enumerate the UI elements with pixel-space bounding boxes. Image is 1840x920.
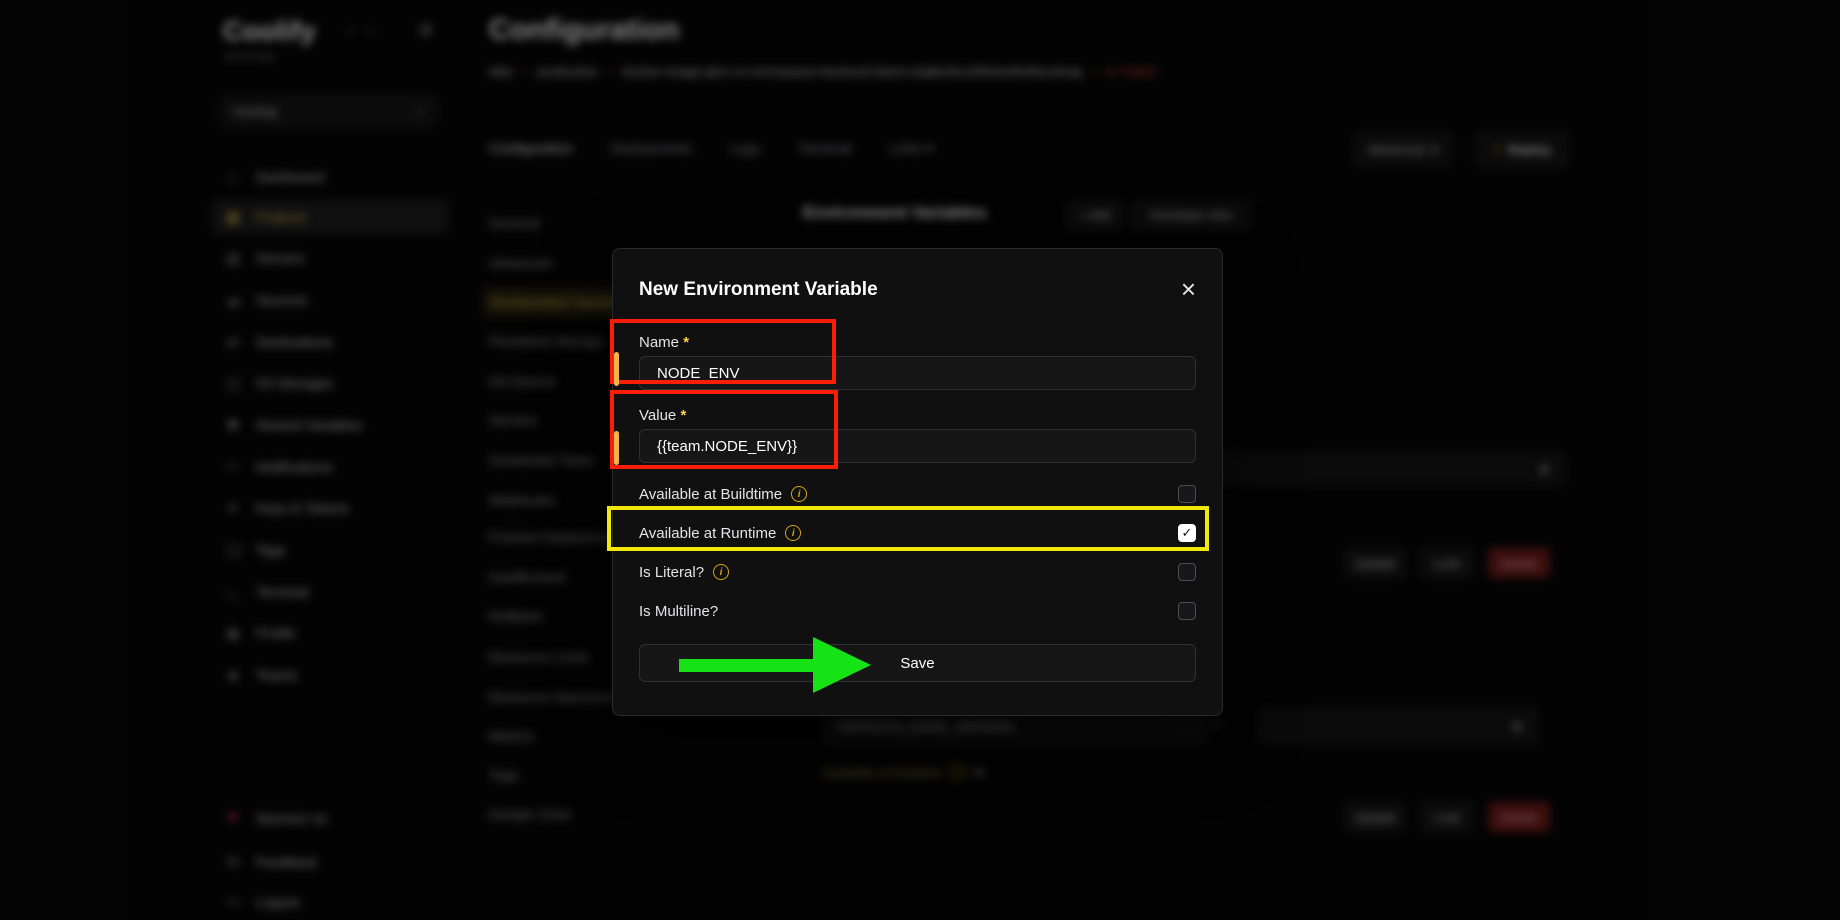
- required-asterisk: *: [683, 334, 689, 351]
- multiline-toggle-row: Is Multiline?: [639, 601, 1196, 621]
- buildtime-label: Available at Buildtime: [639, 486, 782, 503]
- runtime-checkbox[interactable]: ✓: [1178, 524, 1196, 542]
- close-icon[interactable]: ×: [1181, 279, 1196, 299]
- app-window: Coolify v4.0.0-beta ‹ › ⚙ Hosting + ⌂ Da…: [0, 0, 1840, 920]
- info-icon[interactable]: i: [791, 486, 807, 502]
- buildtime-checkbox[interactable]: [1178, 485, 1196, 503]
- literal-checkbox[interactable]: [1178, 563, 1196, 581]
- value-field-label: Value *: [639, 407, 1196, 424]
- new-env-variable-modal: New Environment Variable × Name * Value …: [612, 248, 1223, 716]
- modal-title: New Environment Variable: [639, 279, 878, 301]
- required-indicator-bar: [614, 352, 619, 386]
- info-icon[interactable]: i: [713, 564, 729, 580]
- info-icon[interactable]: i: [785, 525, 801, 541]
- literal-toggle-row: Is Literal? i: [639, 562, 1196, 582]
- name-field-label: Name *: [639, 334, 1196, 351]
- save-button[interactable]: Save: [639, 644, 1196, 682]
- runtime-toggle-row: Available at Runtime i ✓: [639, 523, 1196, 543]
- buildtime-toggle-row: Available at Buildtime i: [639, 484, 1196, 504]
- name-input[interactable]: [639, 356, 1196, 390]
- literal-label: Is Literal?: [639, 564, 704, 581]
- multiline-checkbox[interactable]: [1178, 602, 1196, 620]
- required-indicator-bar: [614, 431, 619, 465]
- required-asterisk: *: [680, 407, 686, 424]
- checkmark-icon: ✓: [1182, 525, 1193, 541]
- multiline-label: Is Multiline?: [639, 603, 718, 620]
- value-input[interactable]: [639, 429, 1196, 463]
- runtime-label: Available at Runtime: [639, 525, 776, 542]
